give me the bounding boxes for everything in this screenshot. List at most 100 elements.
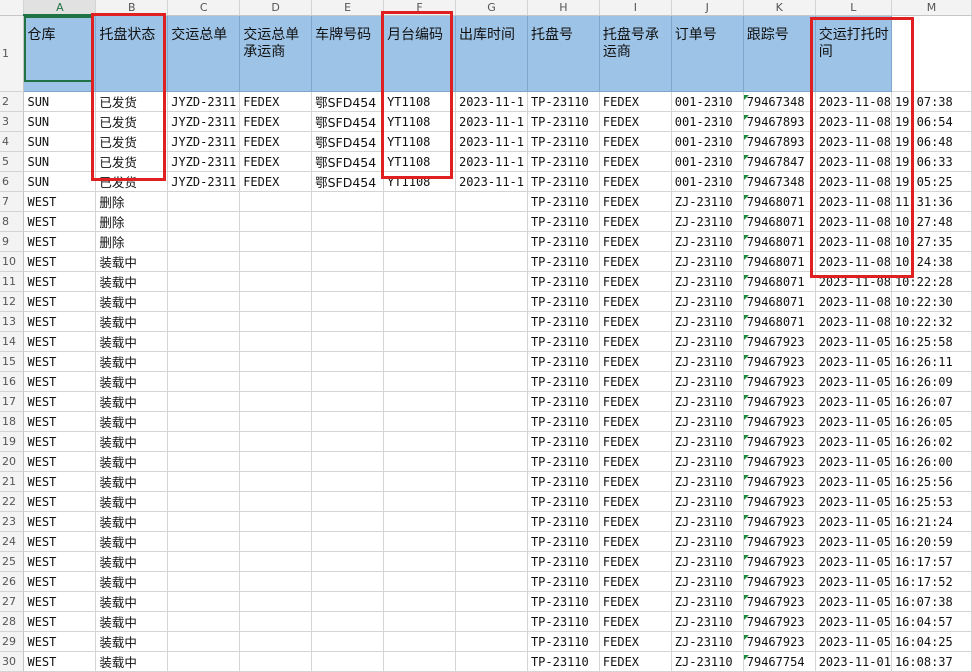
- table-cell[interactable]: FEDEX: [599, 111, 672, 132]
- table-cell[interactable]: FEDEX: [599, 311, 672, 332]
- table-cell[interactable]: [311, 611, 385, 632]
- table-cell[interactable]: 2023-11-08: [815, 311, 892, 332]
- table-cell[interactable]: WEST: [23, 311, 97, 332]
- table-cell[interactable]: TP-23110: [527, 531, 600, 552]
- table-cell[interactable]: SUN: [23, 171, 97, 192]
- table-cell[interactable]: 装载中: [95, 591, 169, 612]
- table-cell[interactable]: TP-23110: [527, 611, 600, 632]
- table-cell[interactable]: FEDEX: [599, 651, 672, 672]
- table-cell[interactable]: SUN: [23, 151, 97, 172]
- table-cell[interactable]: 2023-11-05: [815, 471, 892, 492]
- table-cell[interactable]: FEDEX: [599, 171, 672, 192]
- table-cell[interactable]: [311, 531, 385, 552]
- table-cell[interactable]: 装载中: [95, 611, 169, 632]
- row-number[interactable]: 13: [0, 311, 25, 332]
- table-cell[interactable]: [311, 511, 385, 532]
- table-cell[interactable]: FEDEX: [599, 291, 672, 312]
- column-header-e[interactable]: E: [311, 0, 385, 16]
- row-number[interactable]: 29: [0, 631, 25, 652]
- table-cell[interactable]: [239, 311, 313, 332]
- row-number[interactable]: 28: [0, 611, 25, 632]
- table-cell[interactable]: [383, 371, 456, 392]
- table-cell[interactable]: TP-23110: [527, 91, 600, 112]
- table-cell[interactable]: [311, 371, 385, 392]
- row-number[interactable]: 19: [0, 431, 25, 452]
- table-cell[interactable]: 2023-11-1: [455, 91, 528, 112]
- table-cell[interactable]: 79467923: [743, 371, 816, 392]
- table-cell[interactable]: 装载中: [95, 571, 169, 592]
- table-cell[interactable]: 鄂SFD454: [311, 151, 385, 172]
- table-cell[interactable]: 装载中: [95, 631, 169, 652]
- table-cell[interactable]: [311, 311, 385, 332]
- table-cell[interactable]: TP-23110: [527, 451, 600, 472]
- table-cell[interactable]: 79468071: [743, 191, 816, 212]
- table-cell[interactable]: 16:21:24: [891, 511, 972, 532]
- table-cell[interactable]: [239, 451, 313, 472]
- table-cell[interactable]: [455, 231, 528, 252]
- table-cell[interactable]: [383, 291, 456, 312]
- table-cell[interactable]: FEDEX: [599, 331, 672, 352]
- row-number[interactable]: 10: [0, 251, 25, 272]
- table-cell[interactable]: 鄂SFD454: [311, 171, 385, 192]
- table-cell[interactable]: TP-23110: [527, 271, 600, 292]
- table-cell[interactable]: ZJ-23110: [671, 571, 744, 592]
- table-cell[interactable]: 2023-11-05: [815, 331, 892, 352]
- table-cell[interactable]: 装载中: [95, 471, 169, 492]
- table-cell[interactable]: 79467923: [743, 591, 816, 612]
- table-cell[interactable]: [239, 591, 313, 612]
- table-cell[interactable]: [167, 211, 241, 232]
- table-cell[interactable]: [383, 511, 456, 532]
- table-cell[interactable]: [311, 571, 385, 592]
- table-cell[interactable]: TP-23110: [527, 191, 600, 212]
- table-cell[interactable]: 79467923: [743, 631, 816, 652]
- table-cell[interactable]: 10:22:30: [891, 291, 972, 312]
- table-cell[interactable]: TP-23110: [527, 371, 600, 392]
- table-cell[interactable]: FEDEX: [599, 491, 672, 512]
- table-cell[interactable]: FEDEX: [599, 611, 672, 632]
- table-cell[interactable]: 鄂SFD454: [311, 131, 385, 152]
- table-cell[interactable]: 2023-11-05: [815, 531, 892, 552]
- table-cell[interactable]: WEST: [23, 191, 97, 212]
- table-cell[interactable]: WEST: [23, 511, 97, 532]
- table-cell[interactable]: SUN: [23, 111, 97, 132]
- column-header-c[interactable]: C: [167, 0, 241, 16]
- table-cell[interactable]: [383, 411, 456, 432]
- table-cell[interactable]: ZJ-23110: [671, 331, 744, 352]
- table-cell[interactable]: TP-23110: [527, 251, 600, 272]
- table-cell[interactable]: [239, 471, 313, 492]
- table-cell[interactable]: [455, 291, 528, 312]
- table-cell[interactable]: WEST: [23, 251, 97, 272]
- table-cell[interactable]: TP-23110: [527, 311, 600, 332]
- row-number[interactable]: 24: [0, 531, 25, 552]
- table-cell[interactable]: ZJ-23110: [671, 251, 744, 272]
- table-cell[interactable]: ZJ-23110: [671, 291, 744, 312]
- table-cell[interactable]: [167, 471, 241, 492]
- table-cell[interactable]: [239, 491, 313, 512]
- table-cell[interactable]: JYZD-2311: [167, 111, 241, 132]
- table-cell[interactable]: 79467348: [743, 91, 816, 112]
- table-cell[interactable]: ZJ-23110: [671, 611, 744, 632]
- table-cell[interactable]: TP-23110: [527, 471, 600, 492]
- table-cell[interactable]: FEDEX: [599, 211, 672, 232]
- row-number[interactable]: 7: [0, 191, 25, 212]
- row-number[interactable]: 3: [0, 111, 25, 132]
- table-cell[interactable]: WEST: [23, 411, 97, 432]
- table-cell[interactable]: [311, 331, 385, 352]
- table-cell[interactable]: 79468071: [743, 251, 816, 272]
- column-header-k[interactable]: K: [743, 0, 816, 16]
- table-cell[interactable]: 16:26:02: [891, 431, 972, 452]
- table-cell[interactable]: FEDEX: [599, 471, 672, 492]
- table-cell[interactable]: 2023-11-1: [455, 111, 528, 132]
- table-cell[interactable]: 装载中: [95, 371, 169, 392]
- table-cell[interactable]: [167, 451, 241, 472]
- table-cell[interactable]: WEST: [23, 431, 97, 452]
- table-cell[interactable]: FEDEX: [599, 191, 672, 212]
- table-cell[interactable]: [311, 351, 385, 372]
- table-cell[interactable]: 001-2310: [671, 131, 744, 152]
- table-cell[interactable]: FEDEX: [239, 131, 313, 152]
- table-cell[interactable]: TP-23110: [527, 431, 600, 452]
- table-cell[interactable]: 16:20:59: [891, 531, 972, 552]
- table-cell[interactable]: [167, 191, 241, 212]
- table-cell[interactable]: 79467923: [743, 391, 816, 412]
- table-cell[interactable]: [311, 651, 385, 672]
